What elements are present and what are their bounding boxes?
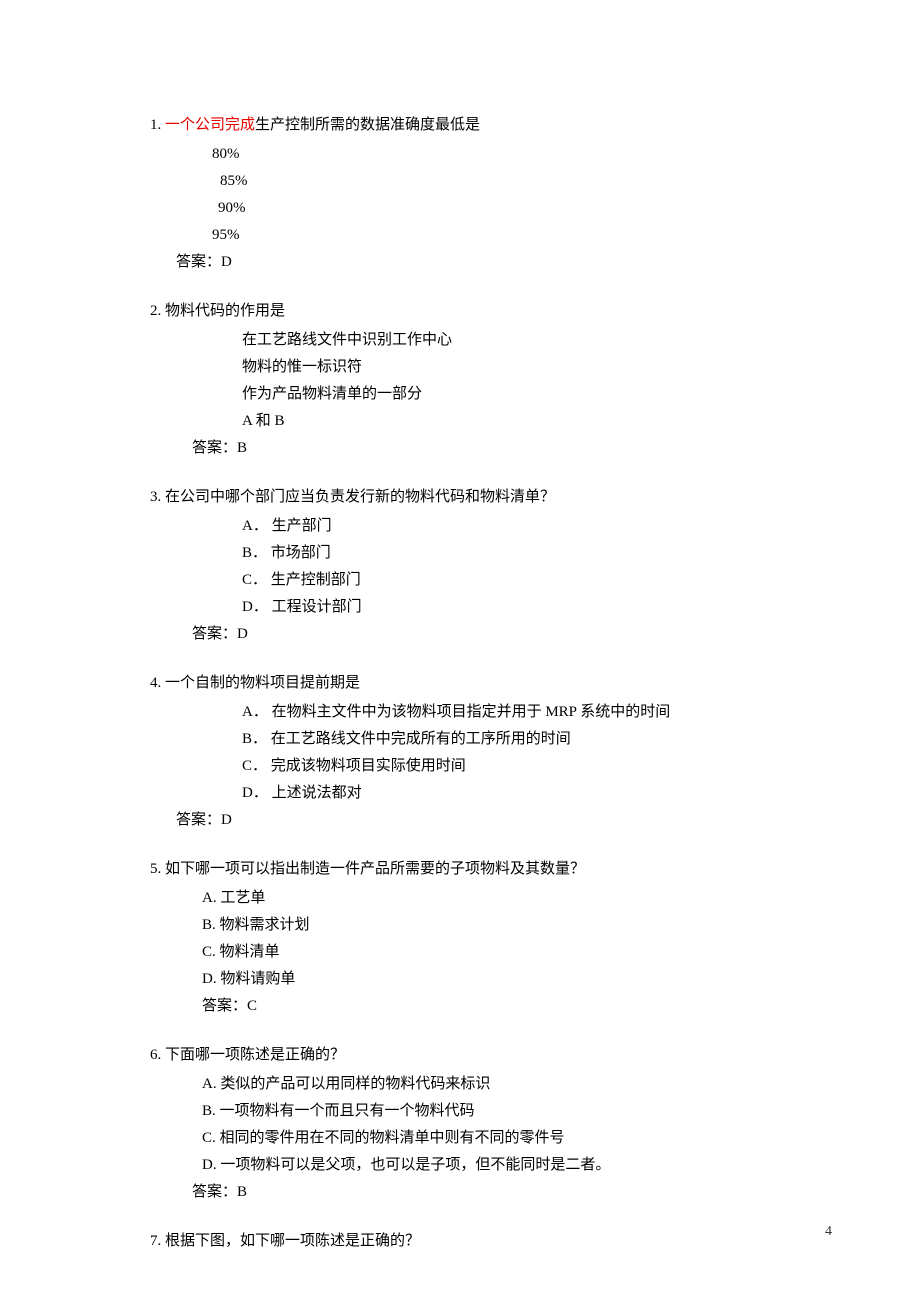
- question-number: 7.: [150, 1233, 165, 1249]
- answer-value: B: [237, 440, 247, 456]
- option-b: 物料的惟一标识符: [242, 354, 770, 381]
- question-stem: 物料代码的作用是: [165, 303, 285, 319]
- option-d: D． 工程设计部门: [242, 594, 770, 621]
- option-d: A 和 B: [242, 408, 770, 435]
- question-stem: 一个自制的物料项目提前期是: [165, 675, 360, 691]
- option-a: 在工艺路线文件中识别工作中心: [242, 327, 770, 354]
- answer-line: 答案：D: [150, 807, 770, 834]
- question-4: 4. 一个自制的物料项目提前期是 A． 在物料主文件中为该物料项目指定并用于 M…: [150, 670, 770, 834]
- answer-value: B: [237, 1184, 247, 1200]
- question-stem: 下面哪一项陈述是正确的？: [165, 1047, 345, 1063]
- question-7: 7. 根据下图，如下哪一项陈述是正确的？: [150, 1228, 770, 1255]
- option-b: B． 在工艺路线文件中完成所有的工序所用的时间: [242, 726, 770, 753]
- question-3: 3. 在公司中哪个部门应当负责发行新的物料代码和物料清单？ A． 生产部门 B．…: [150, 484, 770, 648]
- answer-value: D: [221, 254, 232, 270]
- answer-line: 答案：B: [150, 1179, 770, 1206]
- option-b: B． 市场部门: [242, 540, 770, 567]
- question-2-text: 2. 物料代码的作用是: [150, 298, 770, 325]
- option-a: A． 生产部门: [242, 513, 770, 540]
- answer-label: 答案：: [176, 254, 221, 270]
- question-1-text: 1. 一个公司完成生产控制所需的数据准确度最低是: [150, 112, 770, 139]
- answer-line: 答案：D: [150, 621, 770, 648]
- answer-label: 答案：: [176, 812, 221, 828]
- options-list: A. 类似的产品可以用同样的物料代码来标识 B. 一项物料有一个而且只有一个物料…: [150, 1071, 770, 1179]
- question-3-text: 3. 在公司中哪个部门应当负责发行新的物料代码和物料清单？: [150, 484, 770, 511]
- option-a: 80%: [150, 141, 770, 168]
- option-c: C． 完成该物料项目实际使用时间: [242, 753, 770, 780]
- answer-value: D: [237, 626, 248, 642]
- option-a: A. 类似的产品可以用同样的物料代码来标识: [202, 1071, 770, 1098]
- page-number: 4: [825, 1219, 832, 1244]
- answer-label: 答案：: [192, 440, 237, 456]
- question-stem: 在公司中哪个部门应当负责发行新的物料代码和物料清单？: [165, 489, 555, 505]
- options-list: 在工艺路线文件中识别工作中心 物料的惟一标识符 作为产品物料清单的一部分 A 和…: [150, 327, 770, 435]
- question-7-text: 7. 根据下图，如下哪一项陈述是正确的？: [150, 1228, 770, 1255]
- question-number: 4.: [150, 675, 165, 691]
- question-number: 3.: [150, 489, 165, 505]
- option-d: 95%: [150, 222, 770, 249]
- options-list: A． 生产部门 B． 市场部门 C． 生产控制部门 D． 工程设计部门: [150, 513, 770, 621]
- option-c: C． 生产控制部门: [242, 567, 770, 594]
- option-d: D. 一项物料可以是父项，也可以是子项，但不能同时是二者。: [202, 1152, 770, 1179]
- option-c: C. 物料清单: [202, 939, 770, 966]
- option-c: 90%: [150, 195, 770, 222]
- question-6-text: 6. 下面哪一项陈述是正确的？: [150, 1042, 770, 1069]
- option-b: B. 物料需求计划: [202, 912, 770, 939]
- question-number: 6.: [150, 1047, 165, 1063]
- question-2: 2. 物料代码的作用是 在工艺路线文件中识别工作中心 物料的惟一标识符 作为产品…: [150, 298, 770, 462]
- answer-line: 答案：D: [150, 249, 770, 276]
- option-a: A． 在物料主文件中为该物料项目指定并用于 MRP 系统中的时间: [242, 699, 770, 726]
- answer-label: 答案：: [192, 1184, 237, 1200]
- question-number: 1.: [150, 117, 165, 133]
- answer-line: 答案：B: [150, 435, 770, 462]
- question-1: 1. 一个公司完成生产控制所需的数据准确度最低是 80% 85% 90% 95%…: [150, 112, 770, 276]
- question-stem: 生产控制所需的数据准确度最低是: [255, 117, 480, 133]
- question-5: 5. 如下哪一项可以指出制造一件产品所需要的子项物料及其数量？ A. 工艺单 B…: [150, 856, 770, 1020]
- option-b: 85%: [150, 168, 770, 195]
- option-c: C. 相同的零件用在不同的物料清单中则有不同的零件号: [202, 1125, 770, 1152]
- options-list: A． 在物料主文件中为该物料项目指定并用于 MRP 系统中的时间 B． 在工艺路…: [150, 699, 770, 807]
- question-5-text: 5. 如下哪一项可以指出制造一件产品所需要的子项物料及其数量？: [150, 856, 770, 883]
- option-d: D． 上述说法都对: [242, 780, 770, 807]
- question-number: 2.: [150, 303, 165, 319]
- answer-value: C: [247, 998, 257, 1014]
- option-d: D. 物料请购单: [202, 966, 770, 993]
- answer-line: 答案：C: [202, 993, 770, 1020]
- question-stem-highlight: 一个公司完成: [165, 117, 255, 133]
- document-body: 1. 一个公司完成生产控制所需的数据准确度最低是 80% 85% 90% 95%…: [0, 0, 920, 1255]
- answer-value: D: [221, 812, 232, 828]
- question-stem: 如下哪一项可以指出制造一件产品所需要的子项物料及其数量？: [165, 861, 585, 877]
- answer-label: 答案：: [192, 626, 237, 642]
- question-4-text: 4. 一个自制的物料项目提前期是: [150, 670, 770, 697]
- question-6: 6. 下面哪一项陈述是正确的？ A. 类似的产品可以用同样的物料代码来标识 B.…: [150, 1042, 770, 1206]
- option-a: A. 工艺单: [202, 885, 770, 912]
- option-c: 作为产品物料清单的一部分: [242, 381, 770, 408]
- question-number: 5.: [150, 861, 165, 877]
- option-b: B. 一项物料有一个而且只有一个物料代码: [202, 1098, 770, 1125]
- question-stem: 根据下图，如下哪一项陈述是正确的？: [165, 1233, 420, 1249]
- answer-label: 答案：: [202, 998, 247, 1014]
- options-list: A. 工艺单 B. 物料需求计划 C. 物料清单 D. 物料请购单 答案：C: [150, 885, 770, 1020]
